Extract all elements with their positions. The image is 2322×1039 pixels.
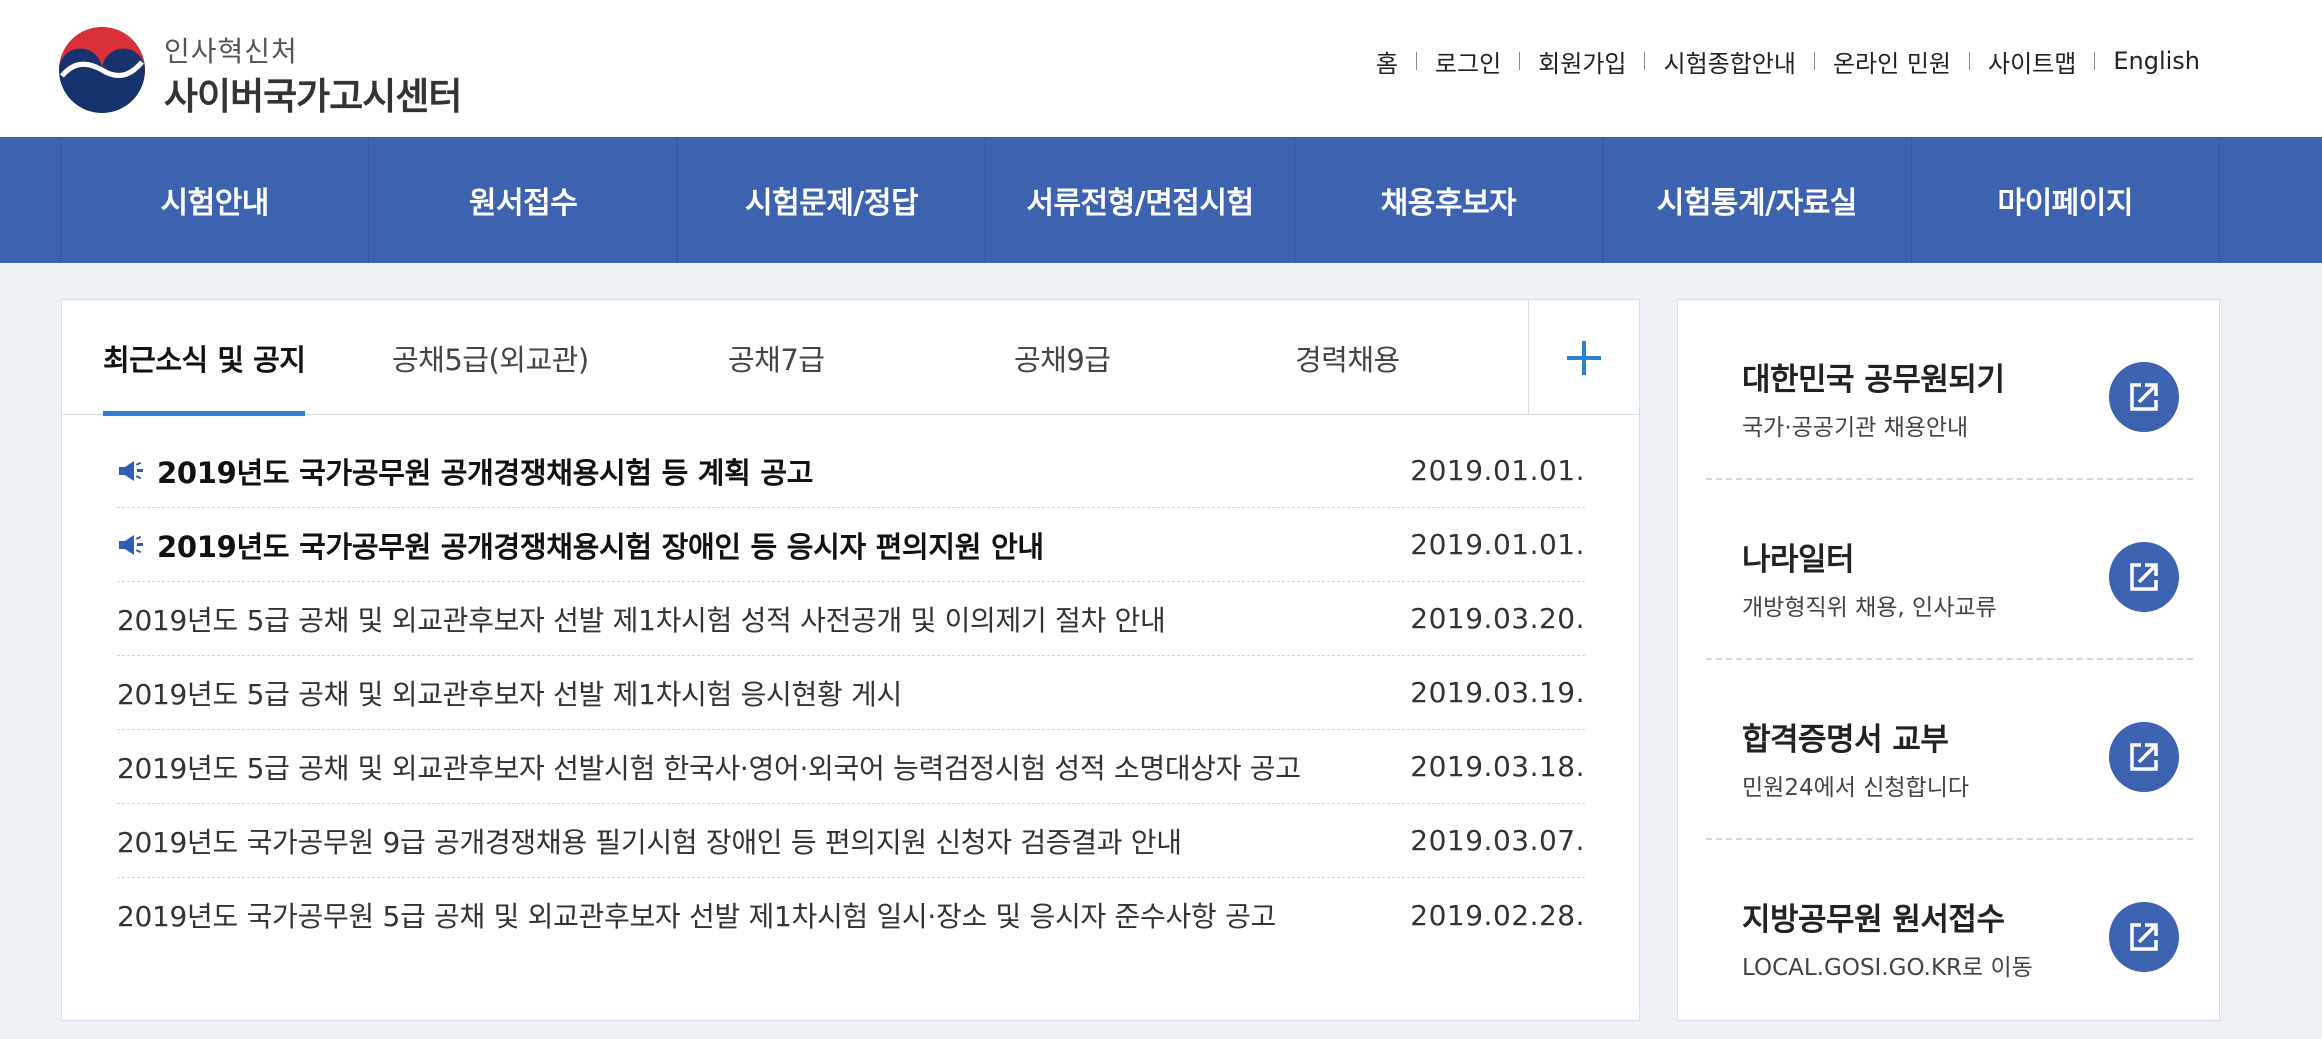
list-item[interactable]: 2019년도 국가공무원 9급 공개경쟁채용 필기시험 장애인 등 편의지원 신… [117, 804, 1585, 878]
util-link-login[interactable]: 로그인 [1435, 44, 1501, 79]
quick-services: 대한민국 공무원되기 국가·공공기관 채용안내 나라일터 개방형직위 채용, 인… [1677, 299, 2220, 1021]
external-link-icon [2130, 743, 2158, 771]
utility-nav: 홈 로그인 회원가입 시험종합안내 온라인 민원 사이트맵 English [1376, 44, 2200, 78]
notice-date: 2019.01.01. [1410, 454, 1585, 487]
plus-icon [1567, 340, 1601, 375]
nav-item-exam-info[interactable]: 시험안내 [61, 137, 370, 263]
nav-item-mypage[interactable]: 마이페이지 [1912, 137, 2219, 263]
notice-date: 2019.03.19. [1410, 676, 1585, 709]
list-item[interactable]: 2019년도 5급 공채 및 외교관후보자 선발 제1차시험 성적 사전공개 및… [117, 582, 1585, 656]
taegeuk-logo-icon [59, 27, 145, 113]
notice-date: 2019.02.28. [1410, 898, 1585, 932]
service-subtitle: 개방형직위 채용, 인사교류 [1742, 595, 1997, 621]
tab-grade7[interactable]: 공채7급 [728, 300, 825, 415]
external-link-button[interactable] [2109, 722, 2179, 792]
site-logo[interactable]: 인사혁신처 사이버국가고시센터 [58, 22, 498, 118]
list-item[interactable]: 2019년도 국가공무원 공개경쟁채용시험 장애인 등 응시자 편의지원 안내 … [117, 508, 1585, 582]
service-become-civil-servant[interactable]: 대한민국 공무원되기 국가·공공기관 채용안내 [1706, 300, 2193, 480]
list-item[interactable]: 2019년도 5급 공채 및 외교관후보자 선발 제1차시험 응시현황 게시 2… [117, 656, 1585, 730]
tab-grade9[interactable]: 공채9급 [1014, 300, 1111, 415]
external-link-button[interactable] [2109, 542, 2179, 612]
service-local-application[interactable]: 지방공무원 원서접수 LOCAL.GOSI.GO.KR로 이동 [1706, 840, 2193, 1020]
notice-title: 2019년도 5급 공채 및 외교관후보자 선발시험 한국사·영어·외국어 능력… [117, 751, 1301, 785]
tab-recent-news[interactable]: 최근소식 및 공지 [103, 300, 306, 416]
list-item[interactable]: 2019년도 5급 공채 및 외교관후보자 선발시험 한국사·영어·외국어 능력… [117, 730, 1585, 804]
notice-list: 2019년도 국가공무원 공개경쟁채용시험 등 계획 공고 2019.01.01… [117, 434, 1585, 952]
notice-tabs: 최근소식 및 공지 공채5급(외교관) 공채7급 공채9급 경력채용 [62, 300, 1639, 416]
service-subtitle: LOCAL.GOSI.GO.KR로 이동 [1742, 955, 2033, 981]
external-link-icon [2130, 383, 2158, 411]
nav-item-application[interactable]: 원서접수 [369, 137, 678, 263]
service-title: 합격증명서 교부 [1742, 722, 1949, 758]
service-title: 나라일터 [1742, 542, 1855, 578]
site-name: 사이버국가고시센터 [164, 75, 462, 118]
service-narailteo[interactable]: 나라일터 개방형직위 채용, 인사교류 [1706, 480, 2193, 660]
list-item[interactable]: 2019년도 국가공무원 5급 공채 및 외교관후보자 선발 제1차시험 일시·… [117, 878, 1585, 952]
notice-board: 최근소식 및 공지 공채5급(외교관) 공채7급 공채9급 경력채용 2019년… [61, 299, 1640, 1021]
external-link-icon [2130, 923, 2158, 951]
service-subtitle: 국가·공공기관 채용안내 [1742, 415, 1969, 441]
service-pass-certificate[interactable]: 합격증명서 교부 민원24에서 신청합니다 [1706, 660, 2193, 840]
more-button[interactable] [1528, 300, 1639, 415]
nav-item-candidates[interactable]: 채용후보자 [1295, 137, 1604, 263]
notice-date: 2019.03.07. [1410, 824, 1585, 857]
util-link-signup[interactable]: 회원가입 [1538, 44, 1626, 79]
notice-title: 2019년도 5급 공채 및 외교관후보자 선발 제1차시험 성적 사전공개 및… [117, 603, 1166, 637]
divider [2094, 52, 2096, 70]
external-link-icon [2130, 563, 2158, 591]
external-link-button[interactable] [2109, 362, 2179, 432]
main-navigation: 시험안내 원서접수 시험문제/정답 서류전형/면접시험 채용후보자 시험통계/자… [0, 137, 2322, 263]
tab-career[interactable]: 경력채용 [1295, 300, 1400, 415]
org-name: 인사혁신처 [164, 35, 298, 68]
divider [1813, 52, 1815, 70]
site-header: 인사혁신처 사이버국가고시센터 홈 로그인 회원가입 시험종합안내 온라인 민원… [0, 0, 2322, 137]
notice-title: 2019년도 국가공무원 9급 공개경쟁채용 필기시험 장애인 등 편의지원 신… [117, 825, 1182, 859]
megaphone-icon [119, 534, 143, 555]
divider [1969, 52, 1970, 70]
util-link-english[interactable]: English [2113, 47, 2200, 75]
notice-title: 2019년도 5급 공채 및 외교관후보자 선발 제1차시험 응시현황 게시 [117, 677, 902, 711]
list-item[interactable]: 2019년도 국가공무원 공개경쟁채용시험 등 계획 공고 2019.01.01… [117, 434, 1585, 508]
util-link-home[interactable]: 홈 [1376, 44, 1398, 79]
util-link-exam-guide[interactable]: 시험종합안내 [1663, 44, 1795, 79]
service-title: 지방공무원 원서접수 [1742, 902, 2005, 938]
divider [1519, 52, 1521, 70]
notice-date: 2019.01.01. [1410, 528, 1585, 561]
divider [1415, 52, 1417, 70]
util-link-sitemap[interactable]: 사이트맵 [1988, 44, 2076, 79]
notice-date: 2019.03.20. [1410, 602, 1585, 635]
service-subtitle: 민원24에서 신청합니다 [1742, 775, 1970, 801]
nav-item-questions-answers[interactable]: 시험문제/정답 [678, 137, 987, 263]
util-link-online-petition[interactable]: 온라인 민원 [1833, 44, 1951, 79]
tab-grade5-diplomat[interactable]: 공채5급(외교관) [392, 300, 589, 415]
notice-title: 2019년도 국가공무원 공개경쟁채용시험 장애인 등 응시자 편의지원 안내 [157, 529, 1044, 564]
notice-title: 2019년도 국가공무원 5급 공채 및 외교관후보자 선발 제1차시험 일시·… [117, 900, 1276, 933]
notice-date: 2019.03.18. [1410, 750, 1585, 783]
notice-title: 2019년도 국가공무원 공개경쟁채용시험 등 계획 공고 [157, 455, 814, 490]
nav-item-document-interview[interactable]: 서류전형/면접시험 [986, 137, 1295, 263]
nav-item-statistics[interactable]: 시험통계/자료실 [1603, 137, 1912, 263]
megaphone-icon [119, 460, 143, 481]
service-title: 대한민국 공무원되기 [1742, 362, 2005, 398]
divider [1644, 52, 1646, 70]
external-link-button[interactable] [2109, 902, 2179, 972]
